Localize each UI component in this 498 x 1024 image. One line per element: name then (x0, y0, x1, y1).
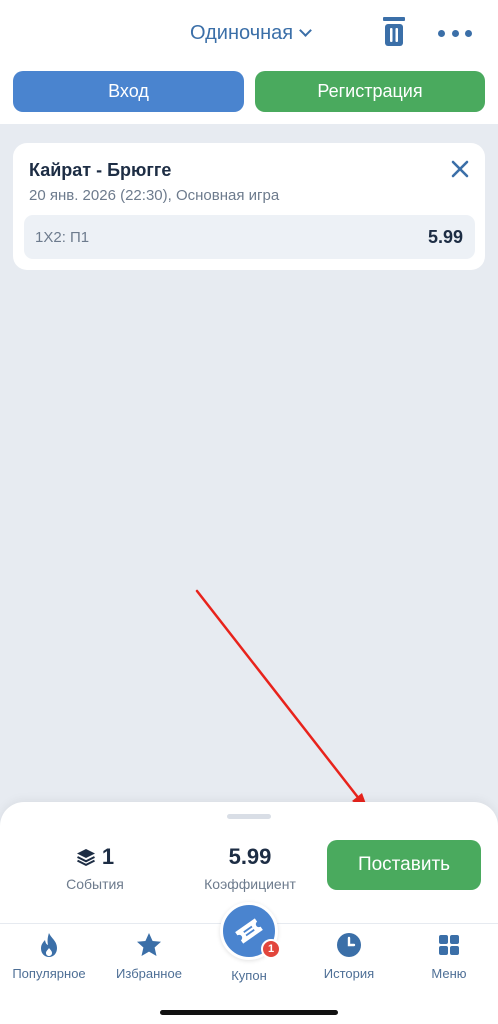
nav-label-popular: Популярное (12, 966, 86, 981)
outcome-row: 1X2: П1 5.99 (24, 215, 475, 259)
bet-summary-sheet: 1 События 5.99 Коэффициент Поставить Поп… (0, 802, 498, 1024)
nav-label-history: История (323, 966, 375, 981)
more-dots-icon[interactable] (438, 28, 472, 38)
coupon-circle: 1 (220, 902, 281, 960)
place-bet-button[interactable]: Поставить (327, 840, 481, 890)
bet-slip-card: Кайрат - Брюгге 20 янв. 2026 (22:30), Ос… (13, 143, 485, 270)
top-bar: Одиночная Вход Регистрация (0, 0, 498, 124)
nav-item-history[interactable]: История (299, 930, 399, 981)
events-stat: 1 События (40, 842, 150, 892)
outcome-odds: 5.99 (427, 227, 463, 247)
chevron-down-icon (299, 24, 312, 37)
home-indicator (160, 1010, 338, 1015)
outcome-label: 1X2: П1 (35, 229, 90, 246)
nav-item-popular[interactable]: Популярное (0, 930, 99, 981)
nav-item-coupon[interactable]: 1 Купон (199, 902, 299, 983)
nav-label-coupon: Купон (231, 968, 267, 983)
nav-label-menu: Меню (431, 966, 467, 981)
nav-label-favorites: Избранное (116, 966, 182, 981)
register-button[interactable]: Регистрация (255, 71, 485, 112)
star-icon (137, 933, 161, 956)
login-button[interactable]: Вход (13, 71, 244, 112)
total-odds-label: Коэффициент (204, 876, 296, 892)
ticket-icon (235, 918, 263, 944)
total-odds-stat: 5.99 Коэффициент (190, 842, 310, 892)
flame-icon (41, 933, 57, 957)
bet-type-label: Одиночная (190, 21, 294, 44)
grid-icon (439, 935, 459, 955)
total-odds-value: 5.99 (228, 844, 272, 869)
events-count: 1 (101, 844, 115, 869)
nav-item-menu[interactable]: Меню (399, 930, 498, 981)
trash-icon[interactable] (382, 16, 406, 48)
events-label: События (66, 876, 124, 892)
match-title: Кайрат - Брюгге (29, 160, 172, 180)
bet-type-dropdown[interactable]: Одиночная (190, 18, 312, 48)
clock-icon (337, 933, 361, 957)
layers-icon (76, 849, 95, 867)
match-meta: 20 янв. 2026 (22:30), Основная игра (29, 187, 280, 204)
close-icon[interactable] (449, 158, 471, 180)
coupon-count-badge: 1 (261, 939, 281, 959)
nav-item-favorites[interactable]: Избранное (99, 930, 199, 981)
sheet-handle[interactable] (227, 814, 271, 819)
